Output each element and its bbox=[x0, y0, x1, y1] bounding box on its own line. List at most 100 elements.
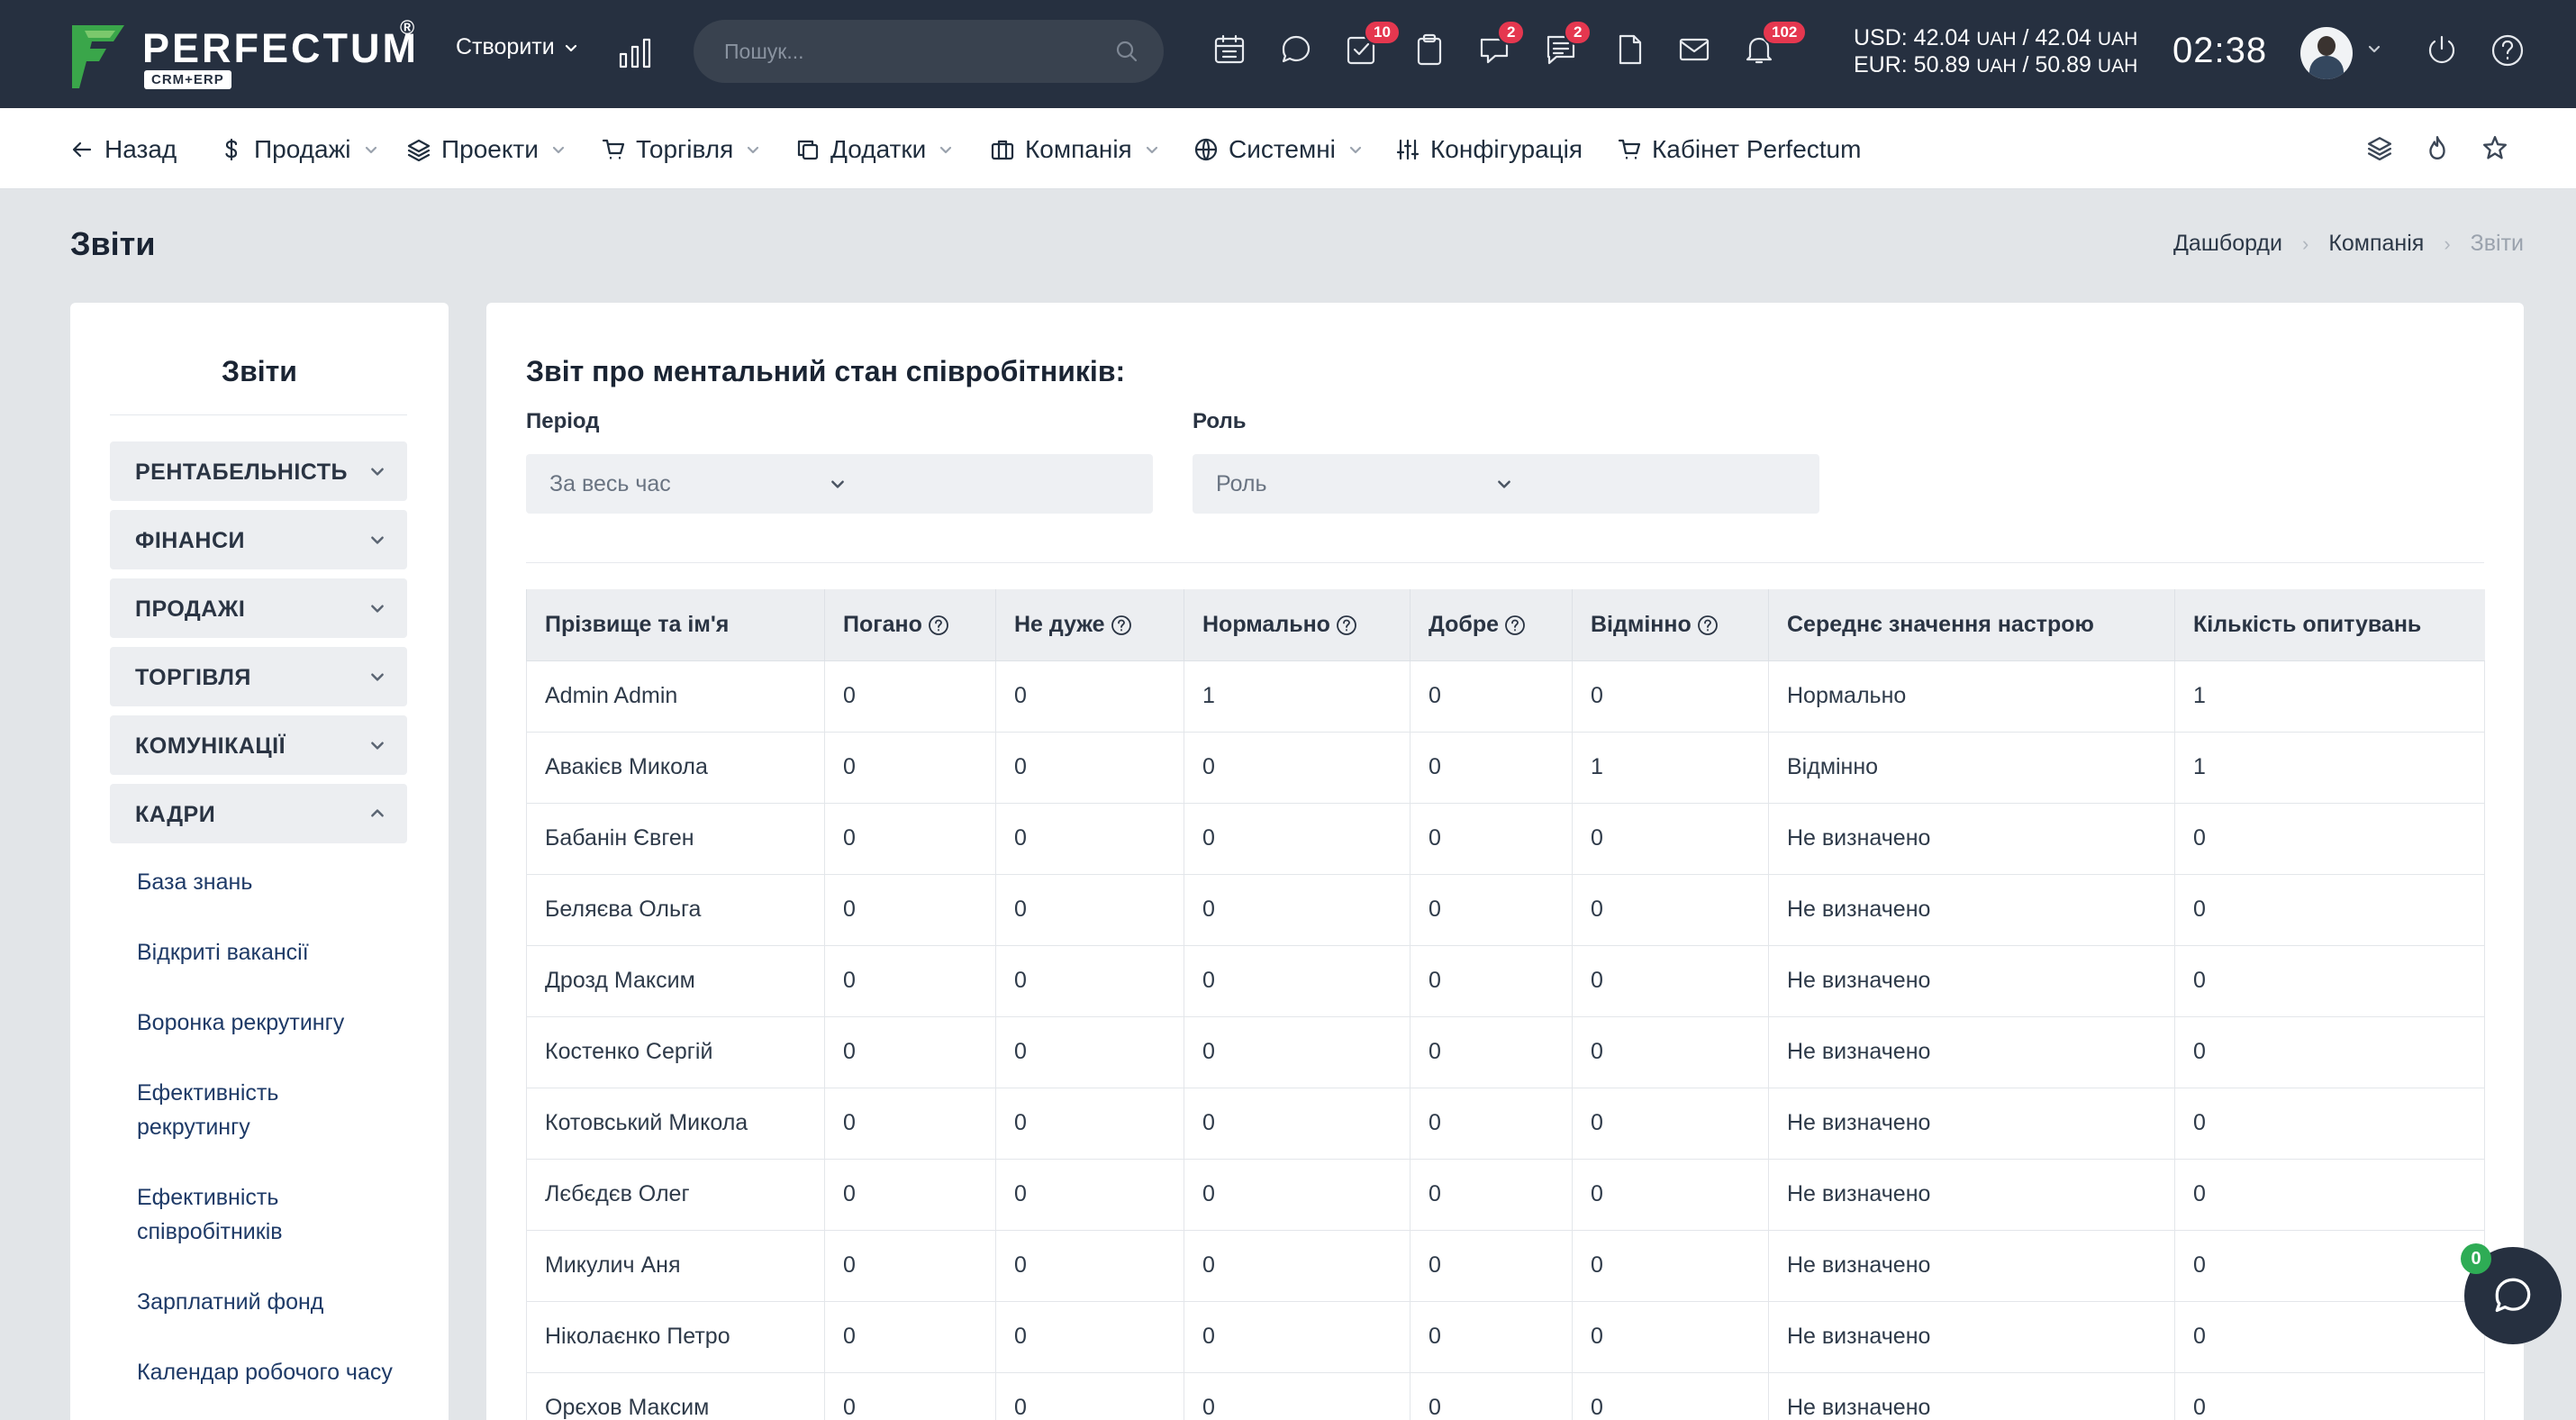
column-header-excellent[interactable]: Відмінно bbox=[1572, 589, 1769, 661]
cell-not-great: 0 bbox=[995, 1159, 1184, 1231]
bell-icon[interactable]: 102 bbox=[1742, 20, 1808, 67]
messages-icon[interactable]: 2 bbox=[1477, 20, 1526, 67]
cell-average-mood: Не визначено bbox=[1768, 1016, 2175, 1088]
search-input[interactable] bbox=[724, 20, 1102, 83]
help-circle-icon[interactable] bbox=[1697, 614, 1719, 636]
cell-survey-count: 1 bbox=[2174, 660, 2485, 733]
messages-count-badge: 2 bbox=[1497, 20, 1526, 45]
cell-survey-count: 0 bbox=[2174, 1159, 2485, 1231]
breadcrumb-dashboards[interactable]: Дашборди bbox=[2173, 231, 2282, 257]
nav-projects[interactable]: Проекти bbox=[407, 132, 566, 168]
nav-sales[interactable]: Продажі bbox=[220, 132, 378, 168]
sidebar-link-payroll-fund[interactable]: Зарплатний фонд bbox=[137, 1285, 398, 1319]
table-row: Авакієв Микола 0 0 0 0 1 Відмінно 1 bbox=[526, 732, 2485, 804]
nav-cabinet[interactable]: Кабінет Perfectum bbox=[1618, 132, 1861, 168]
cell-good: 0 bbox=[1410, 1230, 1573, 1302]
nav-addons[interactable]: Додатки bbox=[796, 132, 953, 168]
chevron-down-icon[interactable] bbox=[2367, 41, 2381, 56]
sidebar-link-work-calendar[interactable]: Календар робочого часу bbox=[137, 1355, 398, 1389]
column-header-good[interactable]: Добре bbox=[1410, 589, 1573, 661]
cell-bad: 0 bbox=[824, 874, 996, 946]
nav-company-label: Компанія bbox=[1025, 135, 1132, 163]
column-header-bad[interactable]: Погано bbox=[824, 589, 996, 661]
help-circle-icon[interactable] bbox=[928, 614, 949, 636]
nav-trade-label: Торгівля bbox=[636, 135, 734, 163]
arrow-left-icon bbox=[70, 138, 94, 161]
column-header-normal[interactable]: Нормально bbox=[1184, 589, 1410, 661]
sidebar-link-employee-efficiency[interactable]: Ефективність співробітників bbox=[137, 1180, 398, 1249]
sidebar-section-profitability[interactable]: РЕНТАБЕЛЬНІСТЬ bbox=[110, 441, 407, 501]
sidebar-section-finance[interactable]: ФІНАНСИ bbox=[110, 510, 407, 569]
flame-icon[interactable] bbox=[2425, 135, 2450, 160]
cell-normal: 0 bbox=[1184, 1159, 1410, 1231]
search-bar[interactable] bbox=[694, 20, 1164, 83]
sidebar-section-communications[interactable]: КОМУНІКАЦІЇ bbox=[110, 715, 407, 775]
comments-count-badge: 2 bbox=[1564, 20, 1592, 45]
chevron-down-icon bbox=[564, 41, 578, 55]
cell-excellent: 0 bbox=[1572, 1230, 1769, 1302]
nav-sales-label: Продажі bbox=[254, 135, 351, 163]
comments-icon[interactable]: 2 bbox=[1544, 20, 1592, 67]
column-header-not-great[interactable]: Не дуже bbox=[995, 589, 1184, 661]
power-icon[interactable] bbox=[2425, 32, 2459, 67]
cell-not-great: 0 bbox=[995, 945, 1184, 1017]
cell-survey-count: 0 bbox=[2174, 1301, 2485, 1373]
sidebar-link-knowledge-base[interactable]: База знань bbox=[137, 865, 398, 899]
nav-back[interactable]: Назад bbox=[70, 132, 177, 168]
sidebar-section-label: РЕНТАБЕЛЬНІСТЬ bbox=[135, 460, 348, 485]
role-select[interactable]: Роль bbox=[1193, 454, 1819, 514]
table-row: Дрозд Максим 0 0 0 0 0 Не визначено 0 bbox=[526, 945, 2485, 1017]
create-menu-button[interactable]: Створити bbox=[456, 34, 578, 60]
user-avatar[interactable] bbox=[2300, 27, 2353, 79]
eur-rate: EUR: 50.89 UAH / 50.89 UAH bbox=[1854, 52, 2138, 77]
help-circle-icon[interactable] bbox=[1111, 614, 1132, 636]
help-circle-icon[interactable] bbox=[1336, 614, 1357, 636]
chat-bubble-icon[interactable] bbox=[1279, 32, 1313, 67]
clipboard-icon[interactable] bbox=[1412, 32, 1447, 67]
mail-icon[interactable] bbox=[1677, 32, 1711, 67]
cell-bad: 0 bbox=[824, 1016, 996, 1088]
document-icon[interactable] bbox=[1612, 32, 1646, 67]
cell-survey-count: 0 bbox=[2174, 945, 2485, 1017]
layers-icon[interactable] bbox=[2367, 135, 2392, 160]
nav-system[interactable]: Системні bbox=[1194, 132, 1363, 168]
sidebar-section-sales[interactable]: ПРОДАЖІ bbox=[110, 578, 407, 638]
perfectum-logo[interactable]: PERFECTUM ® CRM+ERP bbox=[70, 16, 440, 94]
sidebar-link-open-vacancies[interactable]: Відкриті вакансії bbox=[137, 935, 398, 969]
bar-chart-icon[interactable] bbox=[618, 36, 652, 70]
cell-good: 0 bbox=[1410, 803, 1573, 875]
cell-survey-count: 0 bbox=[2174, 1016, 2485, 1088]
task-check-icon[interactable]: 10 bbox=[1344, 20, 1401, 67]
nav-trade[interactable]: Торгівля bbox=[602, 132, 760, 168]
sidebar-section-trade[interactable]: ТОРГІВЛЯ bbox=[110, 647, 407, 706]
nav-company[interactable]: Компанія bbox=[991, 132, 1159, 168]
search-icon[interactable] bbox=[1115, 40, 1138, 63]
role-label: Роль bbox=[1193, 409, 1247, 433]
chat-widget-button[interactable]: 0 bbox=[2461, 1243, 2562, 1344]
cell-good: 0 bbox=[1410, 945, 1573, 1017]
cell-average-mood: Відмінно bbox=[1768, 732, 2175, 804]
sidebar-link-recruiting-funnel[interactable]: Воронка рекрутингу bbox=[137, 1006, 398, 1040]
cell-average-mood: Не визначено bbox=[1768, 874, 2175, 946]
copy-icon bbox=[796, 138, 820, 161]
cell-survey-count: 1 bbox=[2174, 732, 2485, 804]
cell-bad: 0 bbox=[824, 1301, 996, 1373]
breadcrumb-company[interactable]: Компанія bbox=[2328, 231, 2424, 257]
column-header-survey-count[interactable]: Кількість опитувань bbox=[2174, 589, 2485, 661]
nav-configuration[interactable]: Конфігурація bbox=[1396, 132, 1583, 168]
calendar-icon[interactable] bbox=[1212, 32, 1247, 67]
help-circle-icon[interactable] bbox=[1504, 614, 1526, 636]
cell-name: Микулич Аня bbox=[526, 1230, 825, 1302]
breadcrumb: Дашборди › Компанія › Звіти bbox=[2173, 231, 2524, 257]
sidebar-link-recruiting-efficiency[interactable]: Ефективність рекрутингу bbox=[137, 1076, 398, 1144]
sidebar-section-hr[interactable]: КАДРИ bbox=[110, 784, 407, 843]
cell-bad: 0 bbox=[824, 803, 996, 875]
star-icon[interactable] bbox=[2482, 135, 2508, 160]
globe-icon bbox=[1194, 138, 1218, 161]
column-header-name[interactable]: Прізвище та ім'я bbox=[526, 589, 825, 661]
nav-system-label: Системні bbox=[1229, 135, 1336, 163]
period-select[interactable]: За весь час bbox=[526, 454, 1153, 514]
help-icon[interactable] bbox=[2490, 32, 2526, 68]
column-header-average-mood[interactable]: Середнє значення настрою bbox=[1768, 589, 2175, 661]
cell-normal: 0 bbox=[1184, 1230, 1410, 1302]
